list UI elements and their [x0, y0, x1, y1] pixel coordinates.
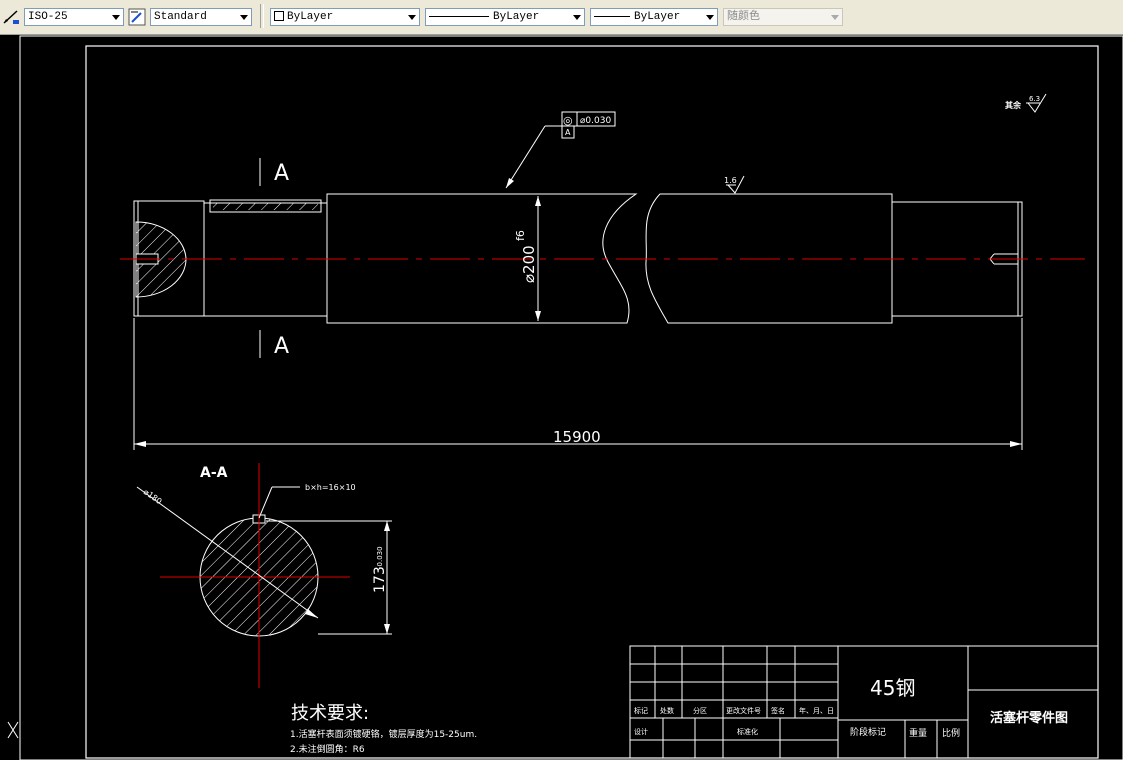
leader-arrow-icon	[506, 178, 514, 188]
tech-req-item-1: 1.活塞杆表面须镀硬铬，镀层厚度为15-25um.	[290, 728, 477, 740]
drawing-canvas[interactable]: A A ⌀200 f6 ◎ ⌀0.030 A 1.6 其余 6.3 15900 …	[0, 35, 1123, 760]
tb-label-date: 年、月、日	[799, 706, 834, 715]
paper-border	[19, 35, 1123, 760]
gtol-datum: A	[565, 128, 571, 137]
keyway-depth-tol: -0.030	[376, 546, 384, 569]
chevron-down-icon[interactable]	[828, 9, 842, 25]
toolbar-separator	[260, 4, 264, 28]
lineweight-select-content: ByLayer	[594, 10, 680, 25]
gtol-frame: ◎ ⌀0.030 A	[505, 111, 616, 189]
roughness-rest-label: 其余	[1005, 100, 1022, 110]
linetype-select-content: ByLayer	[429, 10, 539, 25]
tb-label-change-doc: 更改文件号	[726, 706, 761, 715]
lineweight-value: ByLayer	[634, 11, 681, 23]
keyway-leader	[258, 486, 273, 519]
overall-length: 15900	[553, 428, 601, 446]
chevron-down-icon[interactable]	[405, 9, 419, 25]
chevron-down-icon[interactable]	[109, 9, 123, 25]
section-diameter: ⌀180	[142, 487, 164, 506]
text-style-icon[interactable]	[128, 8, 146, 26]
diameter-tolerance: f6	[514, 230, 527, 241]
keyway-hatch	[213, 203, 318, 210]
properties-toolbar: ISO-25 Standard ByLayer ByLayer ByLayer	[0, 0, 1123, 35]
title-block-labels: 标记 处数 分区 更改文件号 签名 年、月、日 设计 标准化 阶段标记 重量 比…	[634, 706, 960, 739]
chevron-down-icon[interactable]	[703, 9, 717, 25]
cross-section-view: ⌀180 b×h=16×10 173 -0.030	[136, 463, 392, 688]
text-style-select[interactable]: Standard	[150, 8, 252, 26]
color-value: 随颜色	[727, 11, 760, 23]
roughness-top-value: 1.6	[724, 176, 737, 185]
tb-label-zone: 分区	[693, 706, 707, 715]
tb-label-signature: 签名	[771, 706, 785, 715]
linetype-preview-icon	[429, 15, 489, 17]
roughness-rest-value: 6.3	[1029, 95, 1040, 103]
tech-req-title: 技术要求:	[291, 703, 369, 724]
tb-label-standard: 标准化	[737, 727, 758, 736]
tb-label-weight: 重量	[909, 727, 927, 739]
dim-style-select[interactable]: ISO-25	[24, 8, 124, 26]
text-style-value: Standard	[154, 11, 207, 23]
linetype-value: ByLayer	[493, 11, 540, 23]
drawing-frame	[85, 45, 1099, 759]
dimension-style-icon[interactable]	[2, 8, 20, 26]
tb-label-mark: 标记	[634, 706, 648, 715]
concentricity-icon: ◎	[563, 114, 573, 127]
gtol-value: ⌀0.030	[580, 116, 611, 126]
tb-label-scale: 比例	[942, 727, 960, 739]
layer-select[interactable]: ByLayer	[270, 8, 420, 26]
layer-value: ByLayer	[287, 11, 334, 23]
linetype-select[interactable]: ByLayer	[425, 8, 585, 26]
section-mark-top: A	[274, 161, 289, 186]
title-block	[629, 645, 1099, 759]
section-title: A-A	[200, 465, 228, 481]
tech-req-item-2: 2.未注倒圆角：R6	[290, 743, 365, 755]
dim-style-value: ISO-25	[28, 11, 68, 23]
keyway-depth: 173	[372, 566, 388, 593]
tb-label-stage: 阶段标记	[850, 726, 886, 738]
layer-select-content: ByLayer	[274, 10, 333, 25]
section-mark-bottom: A	[274, 334, 289, 359]
lineweight-preview-icon	[594, 15, 630, 17]
chevron-down-icon[interactable]	[237, 9, 251, 25]
material-label: 45钢	[870, 676, 915, 700]
color-swatch-icon	[274, 11, 284, 22]
tb-label-count: 处数	[660, 706, 674, 715]
lineweight-select[interactable]: ByLayer	[590, 8, 718, 26]
drawing-name: 活塞杆零件图	[990, 710, 1068, 726]
color-select[interactable]: 随颜色	[723, 8, 843, 26]
diameter-label: ⌀200	[520, 245, 538, 283]
tb-label-design: 设计	[634, 727, 648, 736]
ucs-icon	[7, 721, 19, 739]
keyway-label: b×h=16×10	[305, 483, 356, 492]
chevron-down-icon[interactable]	[570, 9, 584, 25]
